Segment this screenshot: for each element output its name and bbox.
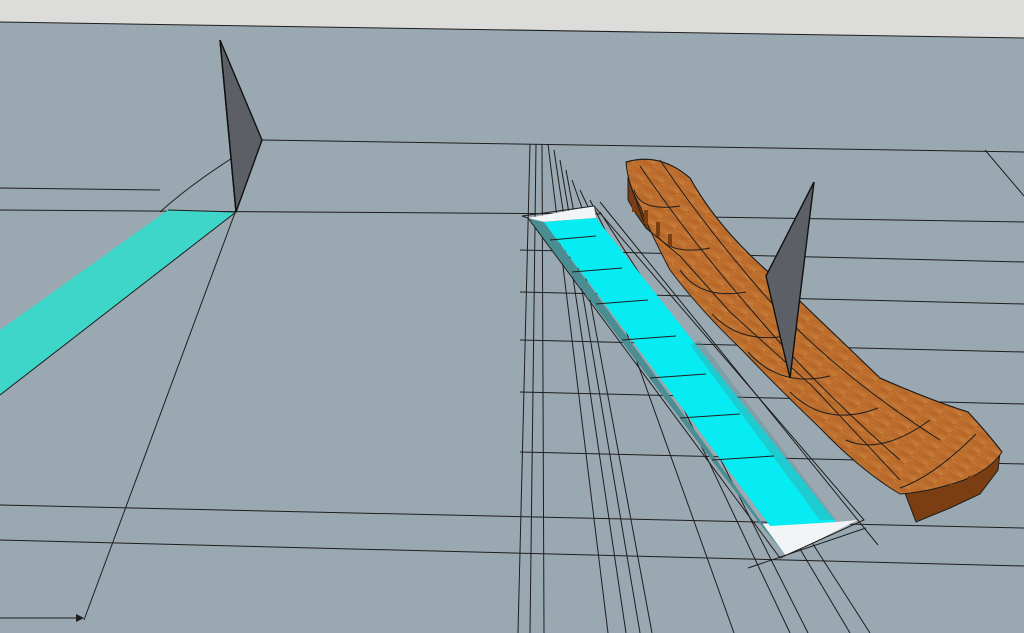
3d-viewport[interactable]	[0, 0, 1024, 633]
scene-canvas[interactable]	[0, 0, 1024, 633]
ground-plane	[0, 22, 1024, 633]
